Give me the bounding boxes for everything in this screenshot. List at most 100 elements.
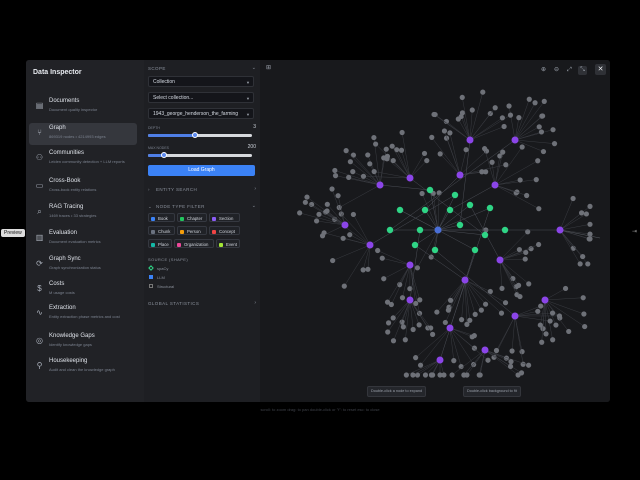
graph-node-chunk[interactable]	[482, 301, 489, 307]
graph-node-chunk[interactable]	[516, 115, 522, 121]
graph-node-chunk[interactable]	[501, 123, 507, 130]
sidebar-item-documents[interactable]: ▤ Documents Document quality inspector	[29, 96, 137, 118]
graph-node-section[interactable]	[341, 221, 349, 229]
graph-node-chunk[interactable]	[437, 372, 443, 378]
graph-node-chunk[interactable]	[586, 236, 592, 242]
graph-node-chunk[interactable]	[385, 329, 391, 335]
graph-node-chunk[interactable]	[373, 141, 379, 147]
graph-node-chunk[interactable]	[533, 177, 539, 183]
graph-node-chunk[interactable]	[429, 134, 435, 140]
filter-chip-chapter[interactable]: Chapter	[177, 213, 207, 222]
graph-node-chunk[interactable]	[442, 319, 448, 326]
resize-handle-icon[interactable]: ⇥	[632, 228, 640, 235]
graph-node-chunk[interactable]	[340, 235, 346, 241]
graph-node-chunk[interactable]	[515, 372, 521, 378]
filter-chip-place[interactable]: Place	[148, 239, 172, 248]
graph-node-chunk[interactable]	[536, 206, 542, 212]
graph-node-chunk[interactable]	[580, 253, 586, 260]
max-nodes-slider-handle[interactable]	[160, 152, 167, 158]
collection-select[interactable]: Select collection... ▼	[148, 92, 254, 103]
graph-node-section[interactable]	[466, 136, 474, 144]
graph-node-chunk[interactable]	[330, 257, 336, 264]
graph-node-chunk[interactable]	[547, 318, 553, 324]
graph-node-chunk[interactable]	[502, 300, 509, 306]
graph-node-chunk[interactable]	[375, 247, 381, 254]
graph-node-chunk[interactable]	[577, 261, 583, 267]
graph-node-chunk[interactable]	[538, 129, 545, 135]
filter-chip-person[interactable]: Person	[177, 226, 207, 235]
graph-node-chunk[interactable]	[459, 110, 466, 116]
graph-node-chunk[interactable]	[508, 359, 514, 365]
graph-node-chunk[interactable]	[526, 281, 532, 287]
sidebar-item-rag-tracing[interactable]: ⌕ RAG Tracing 1469 traces • 33 strategies	[29, 202, 137, 224]
graph-node-chapter[interactable]	[446, 206, 454, 214]
graph-node-chunk[interactable]	[517, 177, 523, 183]
graph-node-chunk[interactable]	[506, 103, 512, 109]
graph-node-section[interactable]	[406, 296, 414, 304]
graph-node-chunk[interactable]	[536, 241, 542, 248]
graph-node-chunk[interactable]	[503, 162, 509, 168]
graph-node-chunk[interactable]	[540, 148, 547, 155]
graph-node-chunk[interactable]	[316, 211, 322, 217]
load-graph-button[interactable]: Load Graph	[148, 165, 255, 176]
graph-node-chunk[interactable]	[416, 322, 422, 328]
graph-node-chunk[interactable]	[537, 322, 543, 328]
graph-node-chunk[interactable]	[535, 308, 541, 314]
graph-node-section[interactable]	[541, 296, 549, 304]
graph-node-section[interactable]	[406, 261, 414, 269]
graph-node-chunk[interactable]	[399, 129, 405, 136]
graph-node-chunk[interactable]	[566, 328, 572, 335]
graph-node-chunk[interactable]	[332, 167, 338, 174]
filter-chip-book[interactable]: Book	[148, 213, 175, 222]
graph-node-chunk[interactable]	[324, 201, 330, 207]
graph-node-chunk[interactable]	[413, 355, 419, 361]
depth-slider-handle[interactable]	[191, 132, 198, 138]
graph-node-chunk[interactable]	[384, 153, 391, 159]
graph-node-chunk[interactable]	[329, 186, 335, 192]
graph-node-chunk[interactable]	[297, 210, 303, 216]
graph-node-section[interactable]	[511, 312, 519, 320]
graph-node-section[interactable]	[491, 181, 499, 189]
graph-node-chunk[interactable]	[360, 267, 366, 273]
sidebar-item-housekeeping[interactable]: ⚲ Housekeeping Audit and clean the knowled…	[29, 356, 137, 378]
graph-node-chapter[interactable]	[411, 241, 419, 249]
graph-node-chunk[interactable]	[445, 307, 451, 313]
graph-node-chunk[interactable]	[365, 266, 371, 272]
graph-node-chunk[interactable]	[522, 256, 528, 262]
graph-node-chunk[interactable]	[536, 124, 542, 130]
graph-node-chunk[interactable]	[507, 363, 514, 370]
graph-node-chunk[interactable]	[471, 333, 477, 339]
graph-node-chunk[interactable]	[539, 339, 545, 345]
graph-node-chapter[interactable]	[416, 226, 424, 234]
graph-node-chunk[interactable]	[524, 192, 530, 199]
graph-node-section[interactable]	[556, 226, 564, 234]
graph-node-chunk[interactable]	[350, 152, 357, 158]
sidebar-item-cross-book[interactable]: ▭ Cross-Book Cross-book entity relations	[29, 176, 137, 198]
graph-node-chunk[interactable]	[302, 199, 308, 205]
graph-node-chapter[interactable]	[471, 246, 479, 254]
filter-chip-concept[interactable]: Concept	[209, 226, 240, 235]
graph-node-book[interactable]	[434, 226, 442, 234]
graph-node-chunk[interactable]	[384, 299, 391, 305]
graph-node-chunk[interactable]	[441, 128, 448, 134]
graph-node-chapter[interactable]	[421, 206, 429, 214]
sidebar-item-costs[interactable]: $ Costs M usage costs	[29, 279, 137, 301]
graph-node-chapter[interactable]	[481, 231, 489, 239]
graph-node-chunk[interactable]	[410, 372, 416, 378]
graph-node-chunk[interactable]	[410, 326, 416, 333]
graph-node-chunk[interactable]	[585, 261, 591, 267]
graph-node-chunk[interactable]	[414, 265, 421, 271]
scope-collapse-icon[interactable]: ⌄	[252, 65, 256, 71]
graph-node-chunk[interactable]	[343, 148, 349, 154]
graph-node-chunk[interactable]	[507, 112, 514, 118]
entity-search-toggle[interactable]: › ENTITY SEARCH	[148, 187, 197, 192]
graph-node-chapter[interactable]	[426, 186, 434, 194]
graph-node-chunk[interactable]	[383, 146, 389, 152]
graph-node-chunk[interactable]	[400, 324, 406, 330]
graph-node-chunk[interactable]	[347, 232, 353, 238]
graph-node-chunk[interactable]	[422, 372, 429, 378]
graph-node-chunk[interactable]	[385, 320, 392, 326]
graph-node-chunk[interactable]	[399, 295, 406, 301]
graph-node-chunk[interactable]	[313, 218, 320, 224]
graph-node-chunk[interactable]	[350, 211, 356, 218]
